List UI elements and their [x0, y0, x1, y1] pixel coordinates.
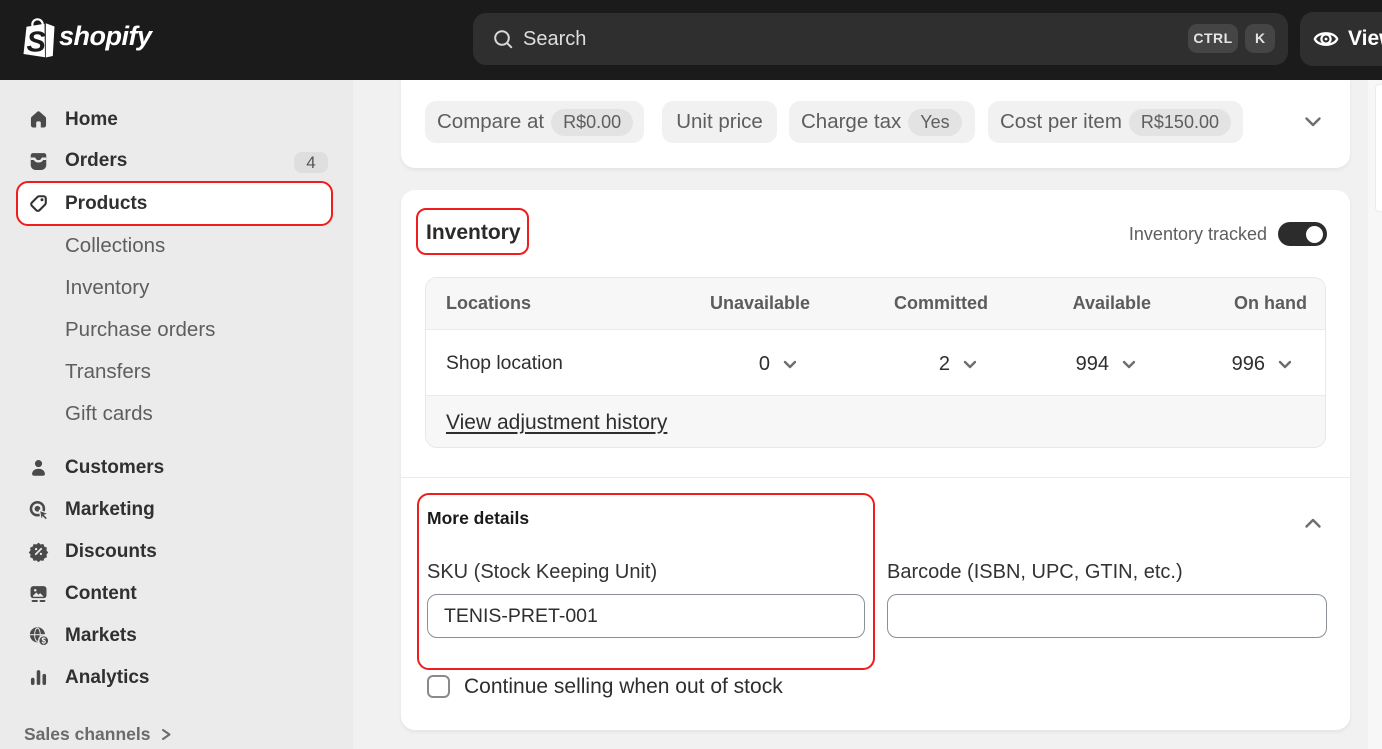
- svg-text:S: S: [27, 27, 47, 59]
- svg-text:$: $: [42, 636, 47, 645]
